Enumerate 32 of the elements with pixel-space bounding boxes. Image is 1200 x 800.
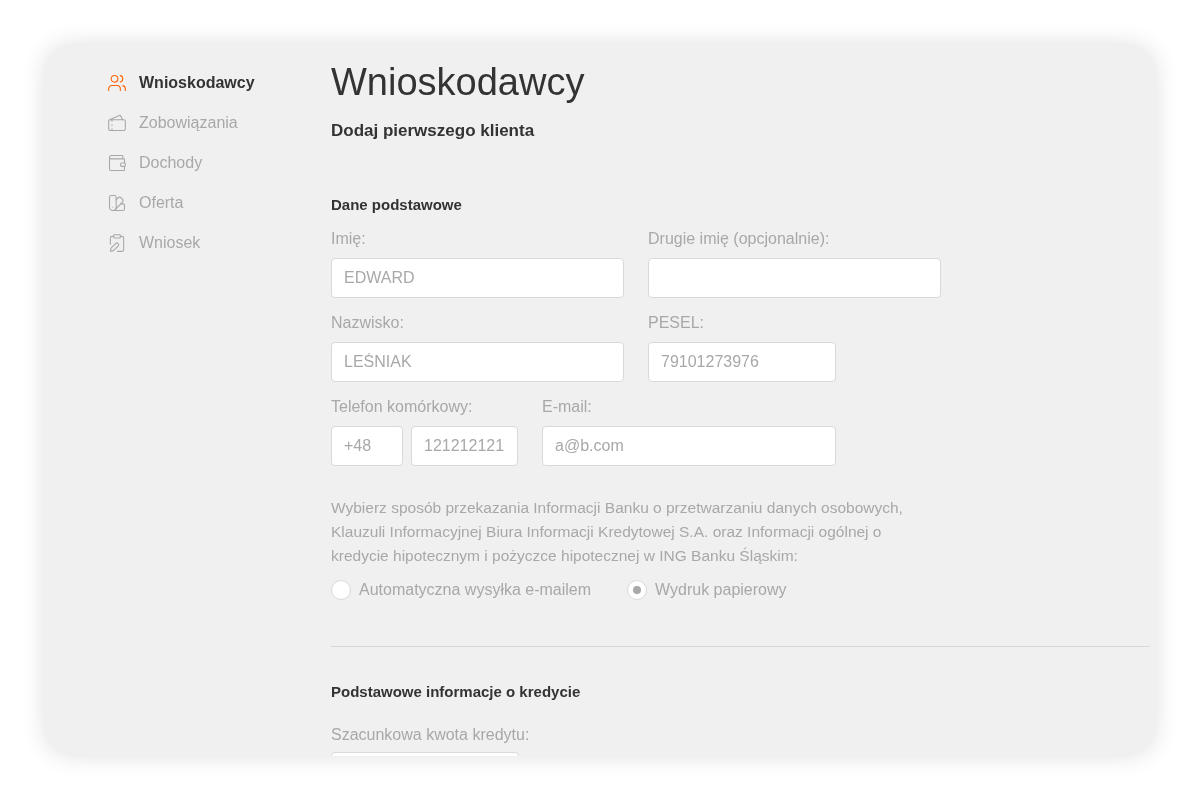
page-subtitle: Dodaj pierwszego klienta <box>331 120 536 142</box>
sidebar-item[interactable]: Wniosek <box>107 231 331 255</box>
field-label: Imię: <box>331 230 367 248</box>
input-field[interactable] <box>648 258 941 298</box>
field-label: Nazwisko: <box>331 314 405 332</box>
field-label: PESEL: <box>648 314 706 332</box>
input-field[interactable]: 79101273976 <box>648 342 836 382</box>
radio-button[interactable] <box>627 580 648 600</box>
people-icon <box>107 73 127 93</box>
section-heading: Dane podstawowe <box>331 194 463 215</box>
wallet-icon <box>107 153 127 173</box>
field-label: Szacunkowa kwota kredytu: <box>331 725 531 744</box>
input-field[interactable]: EDWARD <box>331 258 624 298</box>
field-label: Telefon komórkowy: <box>331 398 474 416</box>
radio-option[interactable]: Wydruk papierowy <box>627 578 787 602</box>
sidebar-item[interactable]: Dochody <box>107 151 331 175</box>
field-label: Drugie imię (opcjonalnie): <box>648 230 831 248</box>
cards-icon <box>107 113 127 133</box>
page-title: Wnioskodawcy <box>331 60 586 105</box>
clipboard-icon <box>107 233 127 253</box>
input-field[interactable]: 121212121 <box>411 426 518 466</box>
swatch-icon <box>107 193 127 213</box>
section-heading: Podstawowe informacje o kredycie <box>331 682 582 702</box>
sidebar-item[interactable]: Wnioskodawcy <box>107 71 331 95</box>
field-label: E-mail: <box>542 398 593 416</box>
input-field[interactable]: +48 <box>331 426 403 466</box>
input-field[interactable]: a@b.com <box>542 426 836 466</box>
input-field[interactable]: LEŚNIAK <box>331 342 624 382</box>
radio-button[interactable] <box>331 580 351 600</box>
sidebar-item[interactable]: Zobowiązania <box>107 111 331 135</box>
sidebar-item[interactable]: Oferta <box>107 191 331 215</box>
radio-option[interactable]: Automatyczna wysyłka e-mailem <box>331 578 592 602</box>
